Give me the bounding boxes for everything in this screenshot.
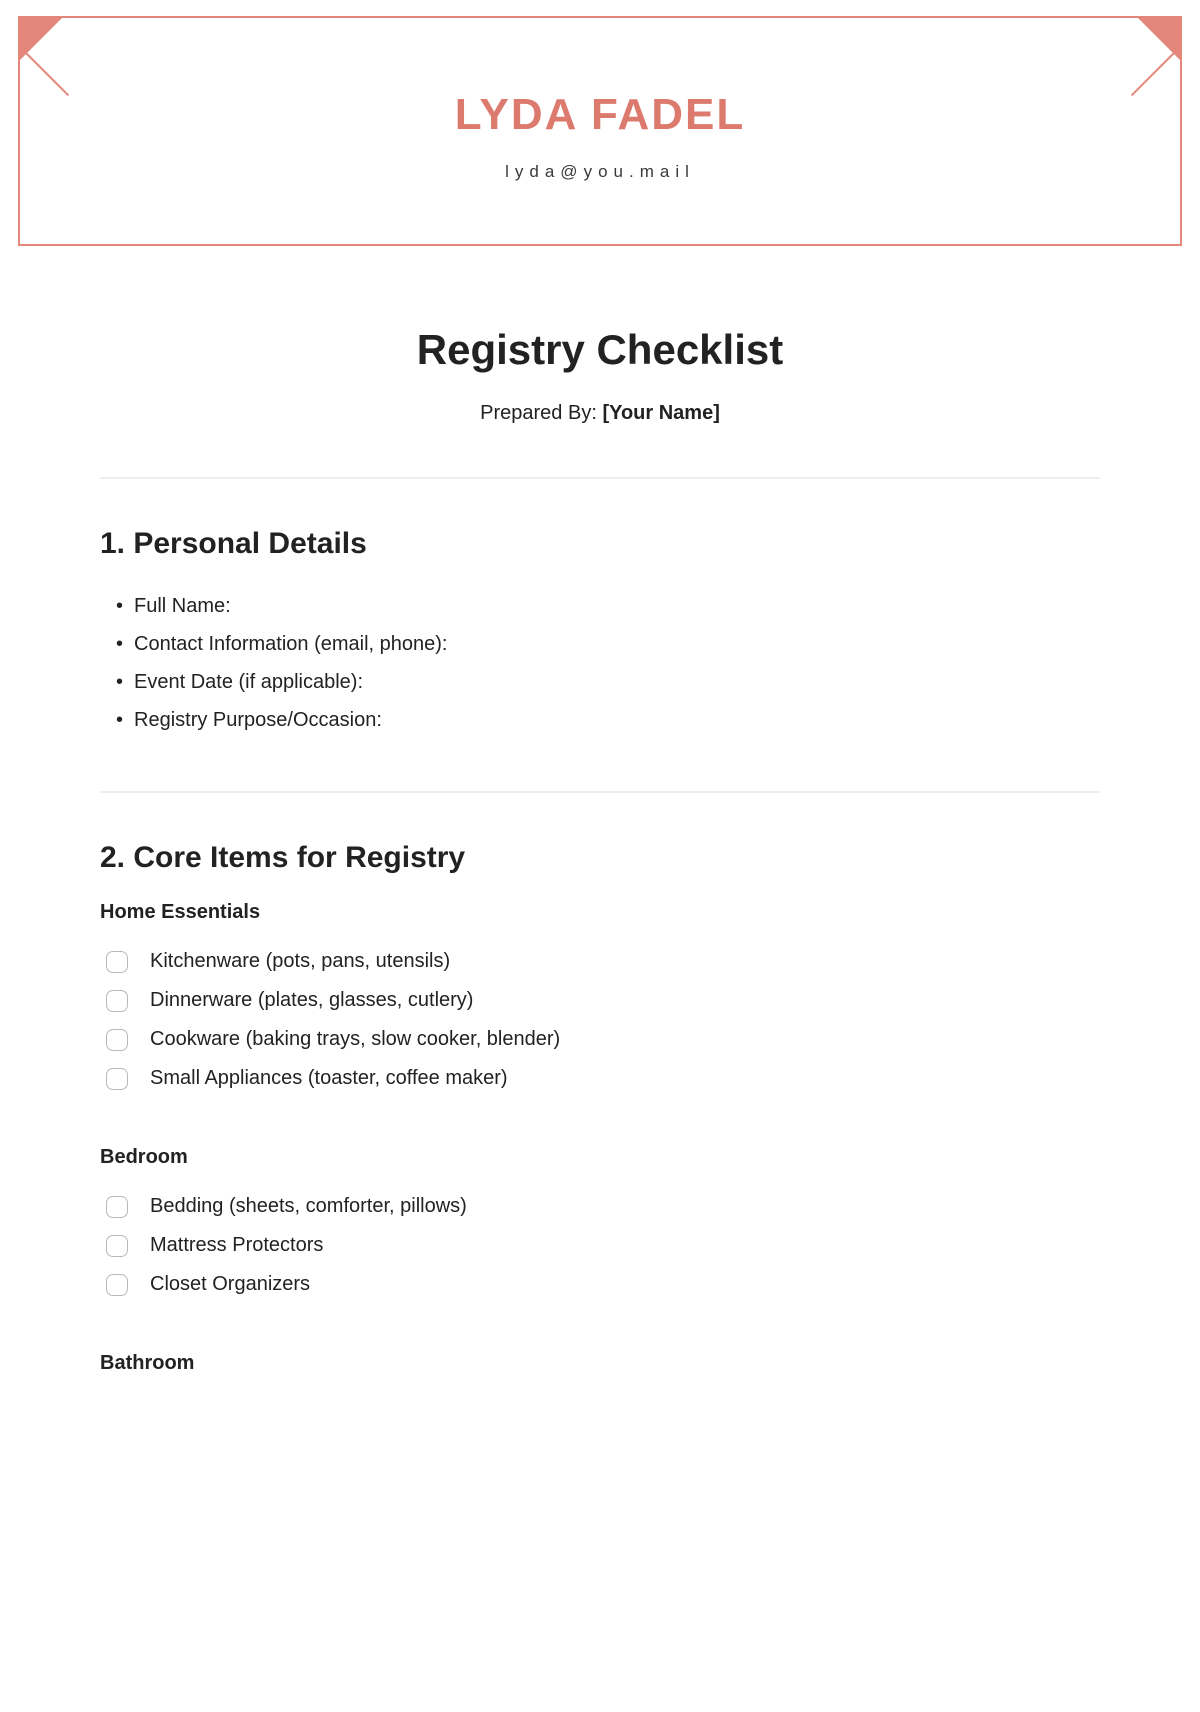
checkbox-icon[interactable] — [106, 1196, 128, 1218]
checklist-item: Cookware (baking trays, slow cooker, ble… — [106, 1020, 1100, 1059]
divider — [100, 477, 1100, 479]
checklist-bedroom: Bedding (sheets, comforter, pillows) Mat… — [100, 1187, 1100, 1304]
corner-decoration-top-left — [18, 16, 64, 62]
checklist-item: Kitchenware (pots, pans, utensils) — [106, 942, 1100, 981]
prepared-by-label: Prepared By: — [480, 402, 602, 424]
brand-name: LYDA FADEL — [455, 90, 746, 140]
section-heading-core: 2. Core Items for Registry — [100, 841, 1100, 875]
checklist-item: Dinnerware (plates, glasses, cutlery) — [106, 981, 1100, 1020]
group-heading-bathroom: Bathroom — [100, 1352, 1100, 1375]
checkbox-icon[interactable] — [106, 951, 128, 973]
prepared-by-line: Prepared By: [Your Name] — [100, 402, 1100, 425]
checklist-item-label: Small Appliances (toaster, coffee maker) — [150, 1059, 508, 1098]
checklist-item-label: Bedding (sheets, comforter, pillows) — [150, 1187, 467, 1226]
list-item: Full Name: — [116, 587, 1100, 625]
checklist-item: Bedding (sheets, comforter, pillows) — [106, 1187, 1100, 1226]
group-heading-bedroom: Bedroom — [100, 1146, 1100, 1169]
corner-decoration-top-right — [1136, 16, 1182, 62]
list-item: Registry Purpose/Occasion: — [116, 701, 1100, 739]
document-content: Registry Checklist Prepared By: [Your Na… — [0, 246, 1200, 1375]
checklist-item: Closet Organizers — [106, 1265, 1100, 1304]
header-frame: LYDA FADEL lyda@you.mail — [18, 16, 1182, 246]
checklist-item: Mattress Protectors — [106, 1226, 1100, 1265]
checklist-item-label: Kitchenware (pots, pans, utensils) — [150, 942, 450, 981]
divider — [100, 791, 1100, 793]
group-heading-home-essentials: Home Essentials — [100, 901, 1100, 924]
checklist-item-label: Dinnerware (plates, glasses, cutlery) — [150, 981, 473, 1020]
section-heading-personal: 1. Personal Details — [100, 527, 1100, 561]
prepared-by-value: [Your Name] — [602, 402, 719, 424]
list-item: Contact Information (email, phone): — [116, 625, 1100, 663]
checklist-item-label: Mattress Protectors — [150, 1226, 323, 1265]
checkbox-icon[interactable] — [106, 1235, 128, 1257]
checkbox-icon[interactable] — [106, 990, 128, 1012]
document-title: Registry Checklist — [100, 326, 1100, 374]
brand-email: lyda@you.mail — [505, 162, 695, 182]
personal-details-list: Full Name: Contact Information (email, p… — [100, 587, 1100, 739]
checklist-item-label: Closet Organizers — [150, 1265, 310, 1304]
list-item: Event Date (if applicable): — [116, 663, 1100, 701]
checkbox-icon[interactable] — [106, 1029, 128, 1051]
checklist-home-essentials: Kitchenware (pots, pans, utensils) Dinne… — [100, 942, 1100, 1098]
checklist-item: Small Appliances (toaster, coffee maker) — [106, 1059, 1100, 1098]
checkbox-icon[interactable] — [106, 1274, 128, 1296]
checkbox-icon[interactable] — [106, 1068, 128, 1090]
checklist-item-label: Cookware (baking trays, slow cooker, ble… — [150, 1020, 560, 1059]
